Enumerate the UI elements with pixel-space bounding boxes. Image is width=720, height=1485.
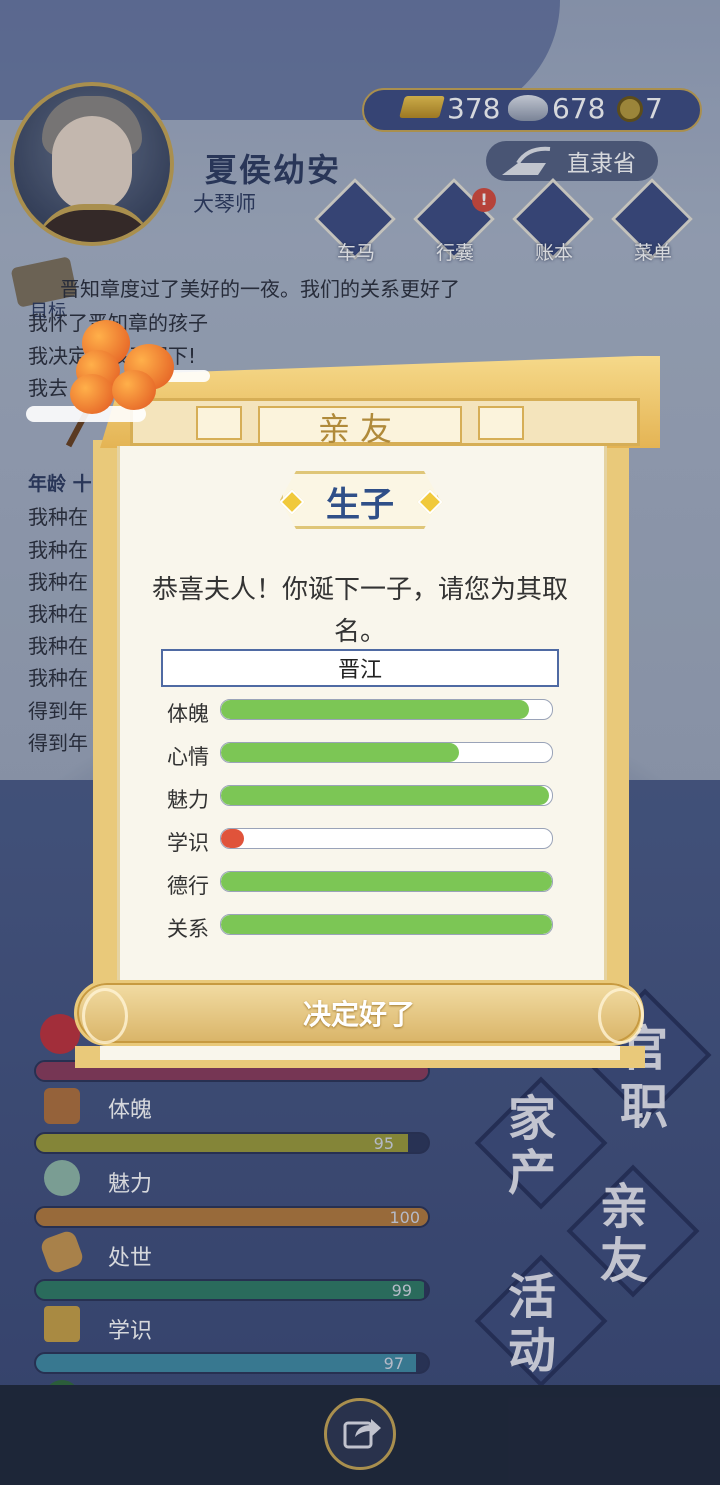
- header-ornament-right: [478, 406, 524, 440]
- header-ornament-left: [196, 406, 242, 440]
- attr-label: 体魄: [167, 702, 209, 726]
- attr-label: 关系: [167, 917, 209, 941]
- attr-bar: [220, 914, 553, 935]
- attr-bar-fill: [221, 700, 529, 719]
- attr-label: 魅力: [167, 788, 209, 812]
- attr-label: 心情: [167, 745, 209, 769]
- attr-bar: [220, 699, 553, 720]
- attr-bar: [220, 785, 553, 806]
- dialog-bottom-paper: [100, 1046, 620, 1060]
- attr-bar-fill: [221, 786, 549, 805]
- persimmon-icon: [70, 374, 114, 414]
- dialog-subtitle: 生子: [326, 485, 394, 525]
- attr-bar-fill: [221, 872, 552, 891]
- attr-bar: [220, 871, 553, 892]
- dialog-message: 恭喜夫人！你诞下一子，请您为其取名。: [151, 575, 568, 647]
- attr-label: 学识: [167, 831, 209, 855]
- persimmon-icon: [112, 370, 156, 410]
- child-name-input[interactable]: [161, 649, 559, 687]
- attr-bar-fill: [221, 743, 460, 762]
- attr-bar: [220, 742, 553, 763]
- attr-label: 德行: [167, 874, 209, 898]
- confirm-button-label[interactable]: 决定好了: [74, 993, 644, 1033]
- attr-bar-fill: [221, 829, 245, 848]
- dialog-title: 亲友: [317, 410, 402, 448]
- attr-bar: [220, 828, 553, 849]
- attr-bar-fill: [221, 915, 552, 934]
